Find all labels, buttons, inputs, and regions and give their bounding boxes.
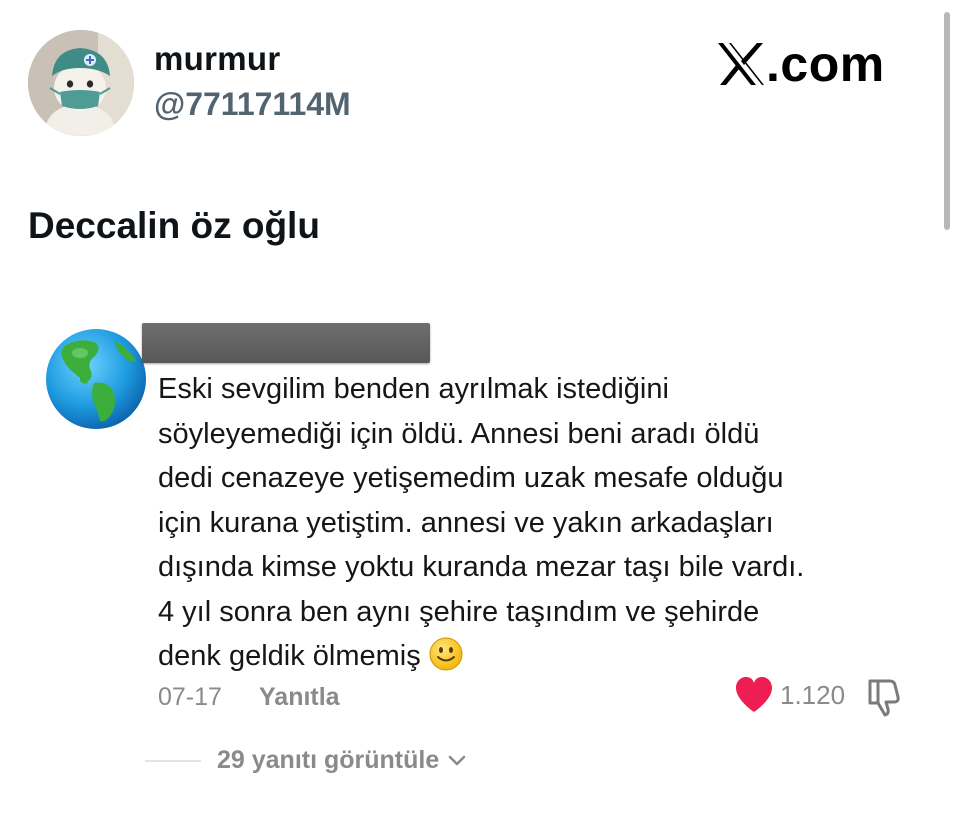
brand-watermark: .com — [716, 34, 885, 94]
chevron-down-icon — [449, 755, 466, 765]
view-replies-row[interactable]: 29 yanıtı görüntüle — [145, 746, 467, 775]
comment-line: 4 yıl sonra ben aynı şehire taşındım ve … — [158, 595, 760, 628]
dislike-button[interactable] — [864, 677, 906, 717]
comment-line: dedi cenazeye yetişemedim uzak mesafe ol… — [158, 462, 784, 494]
like-count: 1.120 — [780, 679, 846, 710]
replies-divider — [145, 759, 201, 762]
comment-line: söyleyemediği için öldü. Annesi beni ara… — [158, 417, 760, 450]
comment-line-text: denk geldik ölmemiş — [158, 640, 421, 672]
vertical-scrollbar[interactable] — [944, 12, 950, 230]
x-logo-icon — [718, 43, 764, 85]
tweet-text: Deccalin öz oğlu — [28, 205, 320, 246]
thumbs-down-icon — [868, 679, 900, 717]
author-avatar[interactable] — [28, 30, 134, 136]
like-button[interactable]: 1.120 — [734, 676, 845, 714]
comment-line: dışında kimse yoktu kuranda mezar taşı b… — [158, 551, 805, 583]
brand-domain-suffix: .com — [766, 36, 885, 92]
comment-last-line: denk geldik ölmemiş — [158, 634, 918, 679]
commenter-avatar — [44, 327, 148, 431]
comment-date: 07-17 — [158, 683, 222, 711]
redacted-username-bar — [142, 323, 430, 363]
heart-icon — [736, 677, 772, 712]
view-replies-button[interactable]: 29 yanıtı görüntüle — [217, 746, 439, 775]
comment-line: Eski sevgilim benden ayrılmak istediğini — [158, 373, 669, 405]
author-display-name[interactable]: murmur — [154, 40, 281, 78]
reply-button[interactable]: Yanıtla — [259, 683, 340, 712]
globe-emoji-icon — [46, 329, 146, 429]
comment-line: için kurana yetiştim. annesi ve yakın ar… — [158, 506, 774, 539]
comment-body: Eski sevgilim benden ayrılmak istediğini… — [158, 367, 918, 679]
cat-in-surgical-mask-avatar — [28, 30, 134, 136]
author-handle[interactable]: @77117114M — [154, 86, 351, 123]
slightly-smiling-face-icon — [429, 637, 463, 671]
